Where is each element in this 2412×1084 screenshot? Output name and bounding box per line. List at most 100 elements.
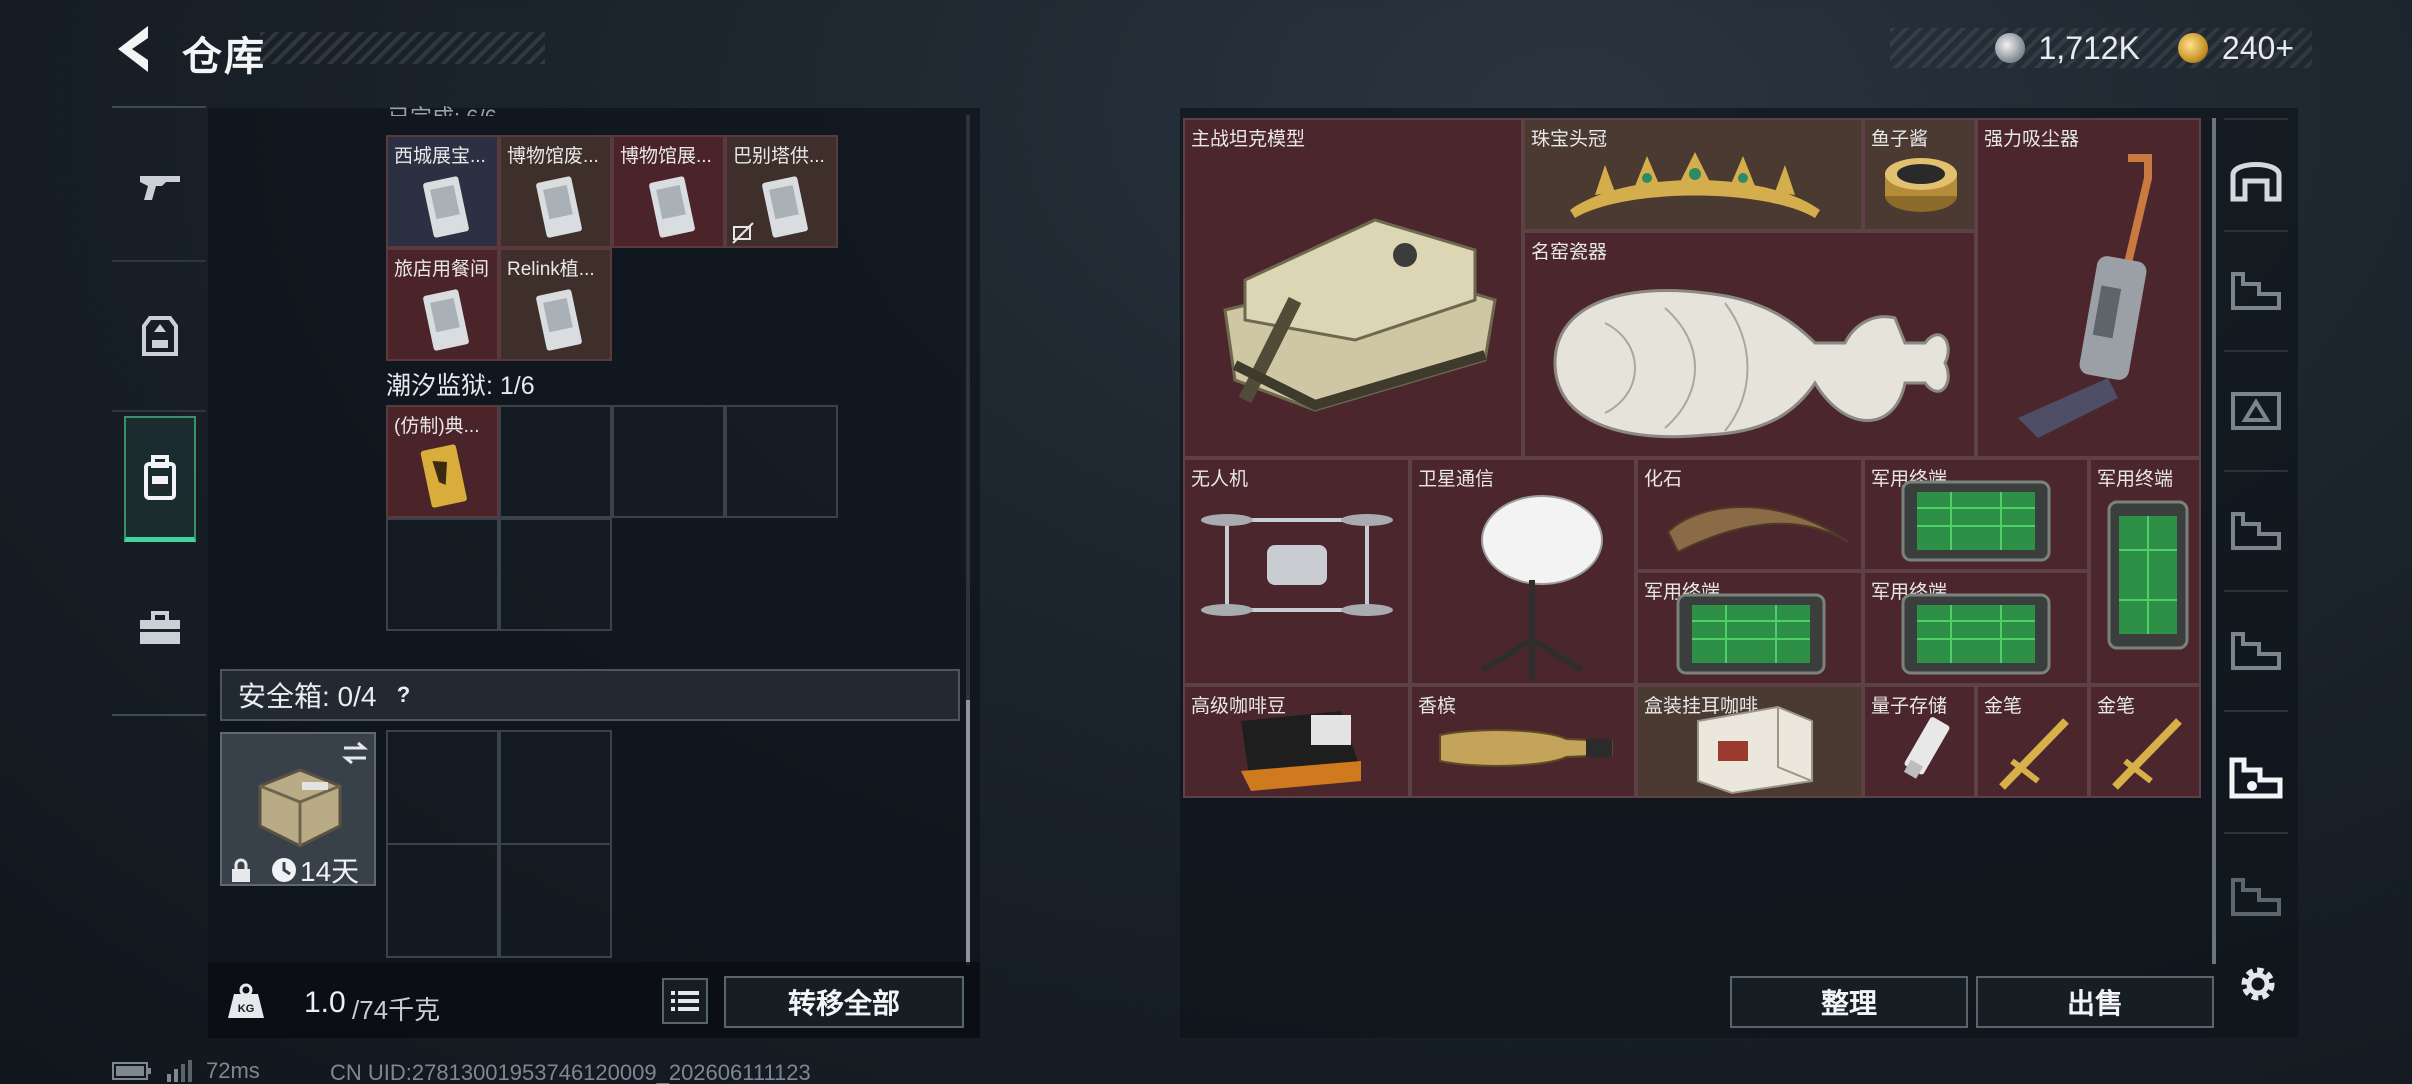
empty-slot[interactable] bbox=[725, 405, 838, 518]
tab-containers[interactable] bbox=[124, 416, 196, 542]
silver-amount: 1,712K bbox=[2038, 29, 2140, 66]
key-card-icon bbox=[423, 289, 469, 351]
military-terminal-icon bbox=[1676, 593, 1826, 675]
military-terminal-icon bbox=[2107, 500, 2189, 650]
back-button[interactable] bbox=[110, 22, 160, 76]
empty-slot[interactable] bbox=[499, 405, 612, 518]
sort-button[interactable]: 整理 bbox=[1730, 976, 1968, 1028]
battery-icon bbox=[112, 1062, 151, 1080]
gold-key-card-icon bbox=[420, 444, 467, 508]
tab-weapons[interactable] bbox=[124, 136, 196, 236]
stash-item-gold-pen[interactable]: 金笔 bbox=[1976, 685, 2089, 798]
stash-item-crown[interactable]: 珠宝头冠 bbox=[1523, 118, 1863, 231]
key-card-item[interactable]: 巴别塔供... bbox=[725, 135, 838, 248]
weight-max: /74千克 bbox=[352, 995, 441, 1025]
stash-item-vacuum[interactable]: 强力吸尘器 bbox=[1976, 118, 2201, 458]
stash-item-military-terminal[interactable]: 军用终端 bbox=[1863, 458, 2089, 571]
empty-slot[interactable] bbox=[612, 405, 725, 518]
warehouse-icon bbox=[2230, 162, 2282, 202]
stash-page-tab-7[interactable] bbox=[2226, 868, 2286, 928]
stash-page-tab-1[interactable] bbox=[2226, 148, 2286, 208]
stash-item-military-terminal[interactable]: 军用终端 bbox=[1636, 571, 1863, 685]
stash-item-gold-pen[interactable]: 金笔 bbox=[2089, 685, 2201, 798]
jeweled-crown-icon bbox=[1570, 152, 1820, 218]
no-transfer-icon bbox=[732, 222, 754, 244]
empty-slot[interactable] bbox=[499, 843, 612, 958]
transfer-all-button[interactable]: 转移全部 bbox=[724, 976, 964, 1028]
help-icon[interactable]: ? bbox=[386, 678, 420, 712]
stash-page-tab-3[interactable] bbox=[2226, 382, 2286, 442]
pistol-icon bbox=[140, 176, 180, 200]
stash-page-tab-6-active[interactable] bbox=[2226, 748, 2286, 808]
stash-item-drone[interactable]: 无人机 bbox=[1183, 458, 1410, 685]
safebox-case-icon bbox=[258, 768, 342, 848]
user-uid: CN UID:27813001953746120009_202606111123 bbox=[330, 1060, 811, 1084]
key-card-item[interactable]: 博物馆展... bbox=[612, 135, 725, 248]
stash-item-champagne[interactable]: 香槟 bbox=[1410, 685, 1636, 798]
safebox-header: 安全箱: 0/4 ? bbox=[220, 669, 960, 721]
stash-page-icon bbox=[2231, 512, 2281, 550]
key-card-item[interactable]: Relink植... bbox=[499, 248, 612, 361]
briefcase-icon bbox=[140, 611, 180, 644]
safebox-label: 安全箱: 0/4 bbox=[238, 681, 377, 712]
gold-card-item[interactable]: (仿制)典... bbox=[386, 405, 499, 518]
tank-model-icon bbox=[1223, 218, 1497, 412]
stash-page-tab-4[interactable] bbox=[2226, 502, 2286, 562]
silver-coin-icon bbox=[1994, 33, 2025, 63]
military-terminal-icon bbox=[1901, 593, 2051, 675]
key-card-icon bbox=[649, 176, 695, 238]
section-title-tidal-prison: 潮汐监狱: 1/6 bbox=[386, 372, 535, 400]
scrollbar-thumb[interactable] bbox=[966, 700, 970, 965]
stash-item-military-terminal[interactable]: 军用终端 bbox=[2089, 458, 2201, 685]
drone-icon bbox=[1201, 514, 1393, 616]
empty-slot[interactable] bbox=[386, 518, 499, 631]
list-icon bbox=[671, 991, 699, 1011]
key-card-item[interactable]: 博物馆废... bbox=[499, 135, 612, 248]
satellite-dish-icon bbox=[1480, 495, 1603, 680]
stash-item-caviar[interactable]: 鱼子酱 bbox=[1863, 118, 1976, 231]
tab-gear[interactable] bbox=[124, 578, 196, 678]
status-bar: 72ms bbox=[112, 1058, 260, 1084]
gold-coin-icon bbox=[2177, 33, 2208, 63]
stash-item-vase[interactable]: 名窑瓷器 bbox=[1523, 231, 1976, 458]
sell-button[interactable]: 出售 bbox=[1976, 976, 2214, 1028]
stash-item-satellite[interactable]: 卫星通信 bbox=[1410, 458, 1636, 685]
stash-page-icon bbox=[2229, 757, 2283, 799]
stash-page-icon bbox=[2231, 632, 2281, 670]
weight-current: 1.0 bbox=[304, 986, 346, 1019]
gold-pen-icon bbox=[1999, 718, 2069, 790]
svg-text:KG: KG bbox=[238, 1003, 255, 1015]
stash-page-tab-5[interactable] bbox=[2226, 622, 2286, 682]
empty-slot[interactable] bbox=[499, 730, 612, 845]
stash-item-military-terminal[interactable]: 军用终端 bbox=[1863, 571, 2089, 685]
tab-armor[interactable] bbox=[124, 286, 196, 386]
settings-button[interactable] bbox=[2228, 954, 2288, 1014]
stash-item-quantum-storage[interactable]: 量子存储 bbox=[1863, 685, 1976, 798]
stash-item-coffee-beans[interactable]: 高级咖啡豆 bbox=[1183, 685, 1410, 798]
stash-item-tank[interactable]: 主战坦克模型 bbox=[1183, 118, 1523, 458]
stash-page-tab-2[interactable] bbox=[2226, 262, 2286, 322]
swap-icon[interactable] bbox=[340, 740, 370, 766]
stash-item-fossil[interactable]: 化石 bbox=[1636, 458, 1863, 571]
key-card-item[interactable]: 西城展宝... bbox=[386, 135, 499, 248]
gold-pen-icon bbox=[2112, 718, 2182, 790]
safebox-remaining-days: 14天 bbox=[300, 856, 360, 887]
stash-page-icon bbox=[2231, 878, 2281, 916]
backpack-icon bbox=[144, 454, 176, 500]
category-tabs bbox=[112, 106, 206, 716]
gold-amount[interactable]: 240+ bbox=[2222, 30, 2294, 67]
page-title: 仓库 bbox=[182, 35, 266, 79]
stash-item-coffee-box[interactable]: 盒装挂耳咖啡 bbox=[1636, 685, 1863, 798]
key-card-icon bbox=[536, 176, 582, 238]
lock-icon bbox=[232, 858, 250, 882]
stash-scrollbar-thumb[interactable] bbox=[2212, 118, 2216, 964]
list-view-button[interactable] bbox=[662, 978, 708, 1024]
weight-icon: KG bbox=[226, 982, 266, 1020]
empty-slot[interactable] bbox=[386, 843, 499, 958]
empty-slot[interactable] bbox=[499, 518, 612, 631]
key-card-icon bbox=[423, 176, 469, 238]
empty-slot[interactable] bbox=[386, 730, 499, 845]
quantum-storage-icon bbox=[1903, 717, 1950, 779]
military-terminal-icon bbox=[1901, 480, 2051, 562]
key-card-item[interactable]: 旅店用餐间 bbox=[386, 248, 499, 361]
